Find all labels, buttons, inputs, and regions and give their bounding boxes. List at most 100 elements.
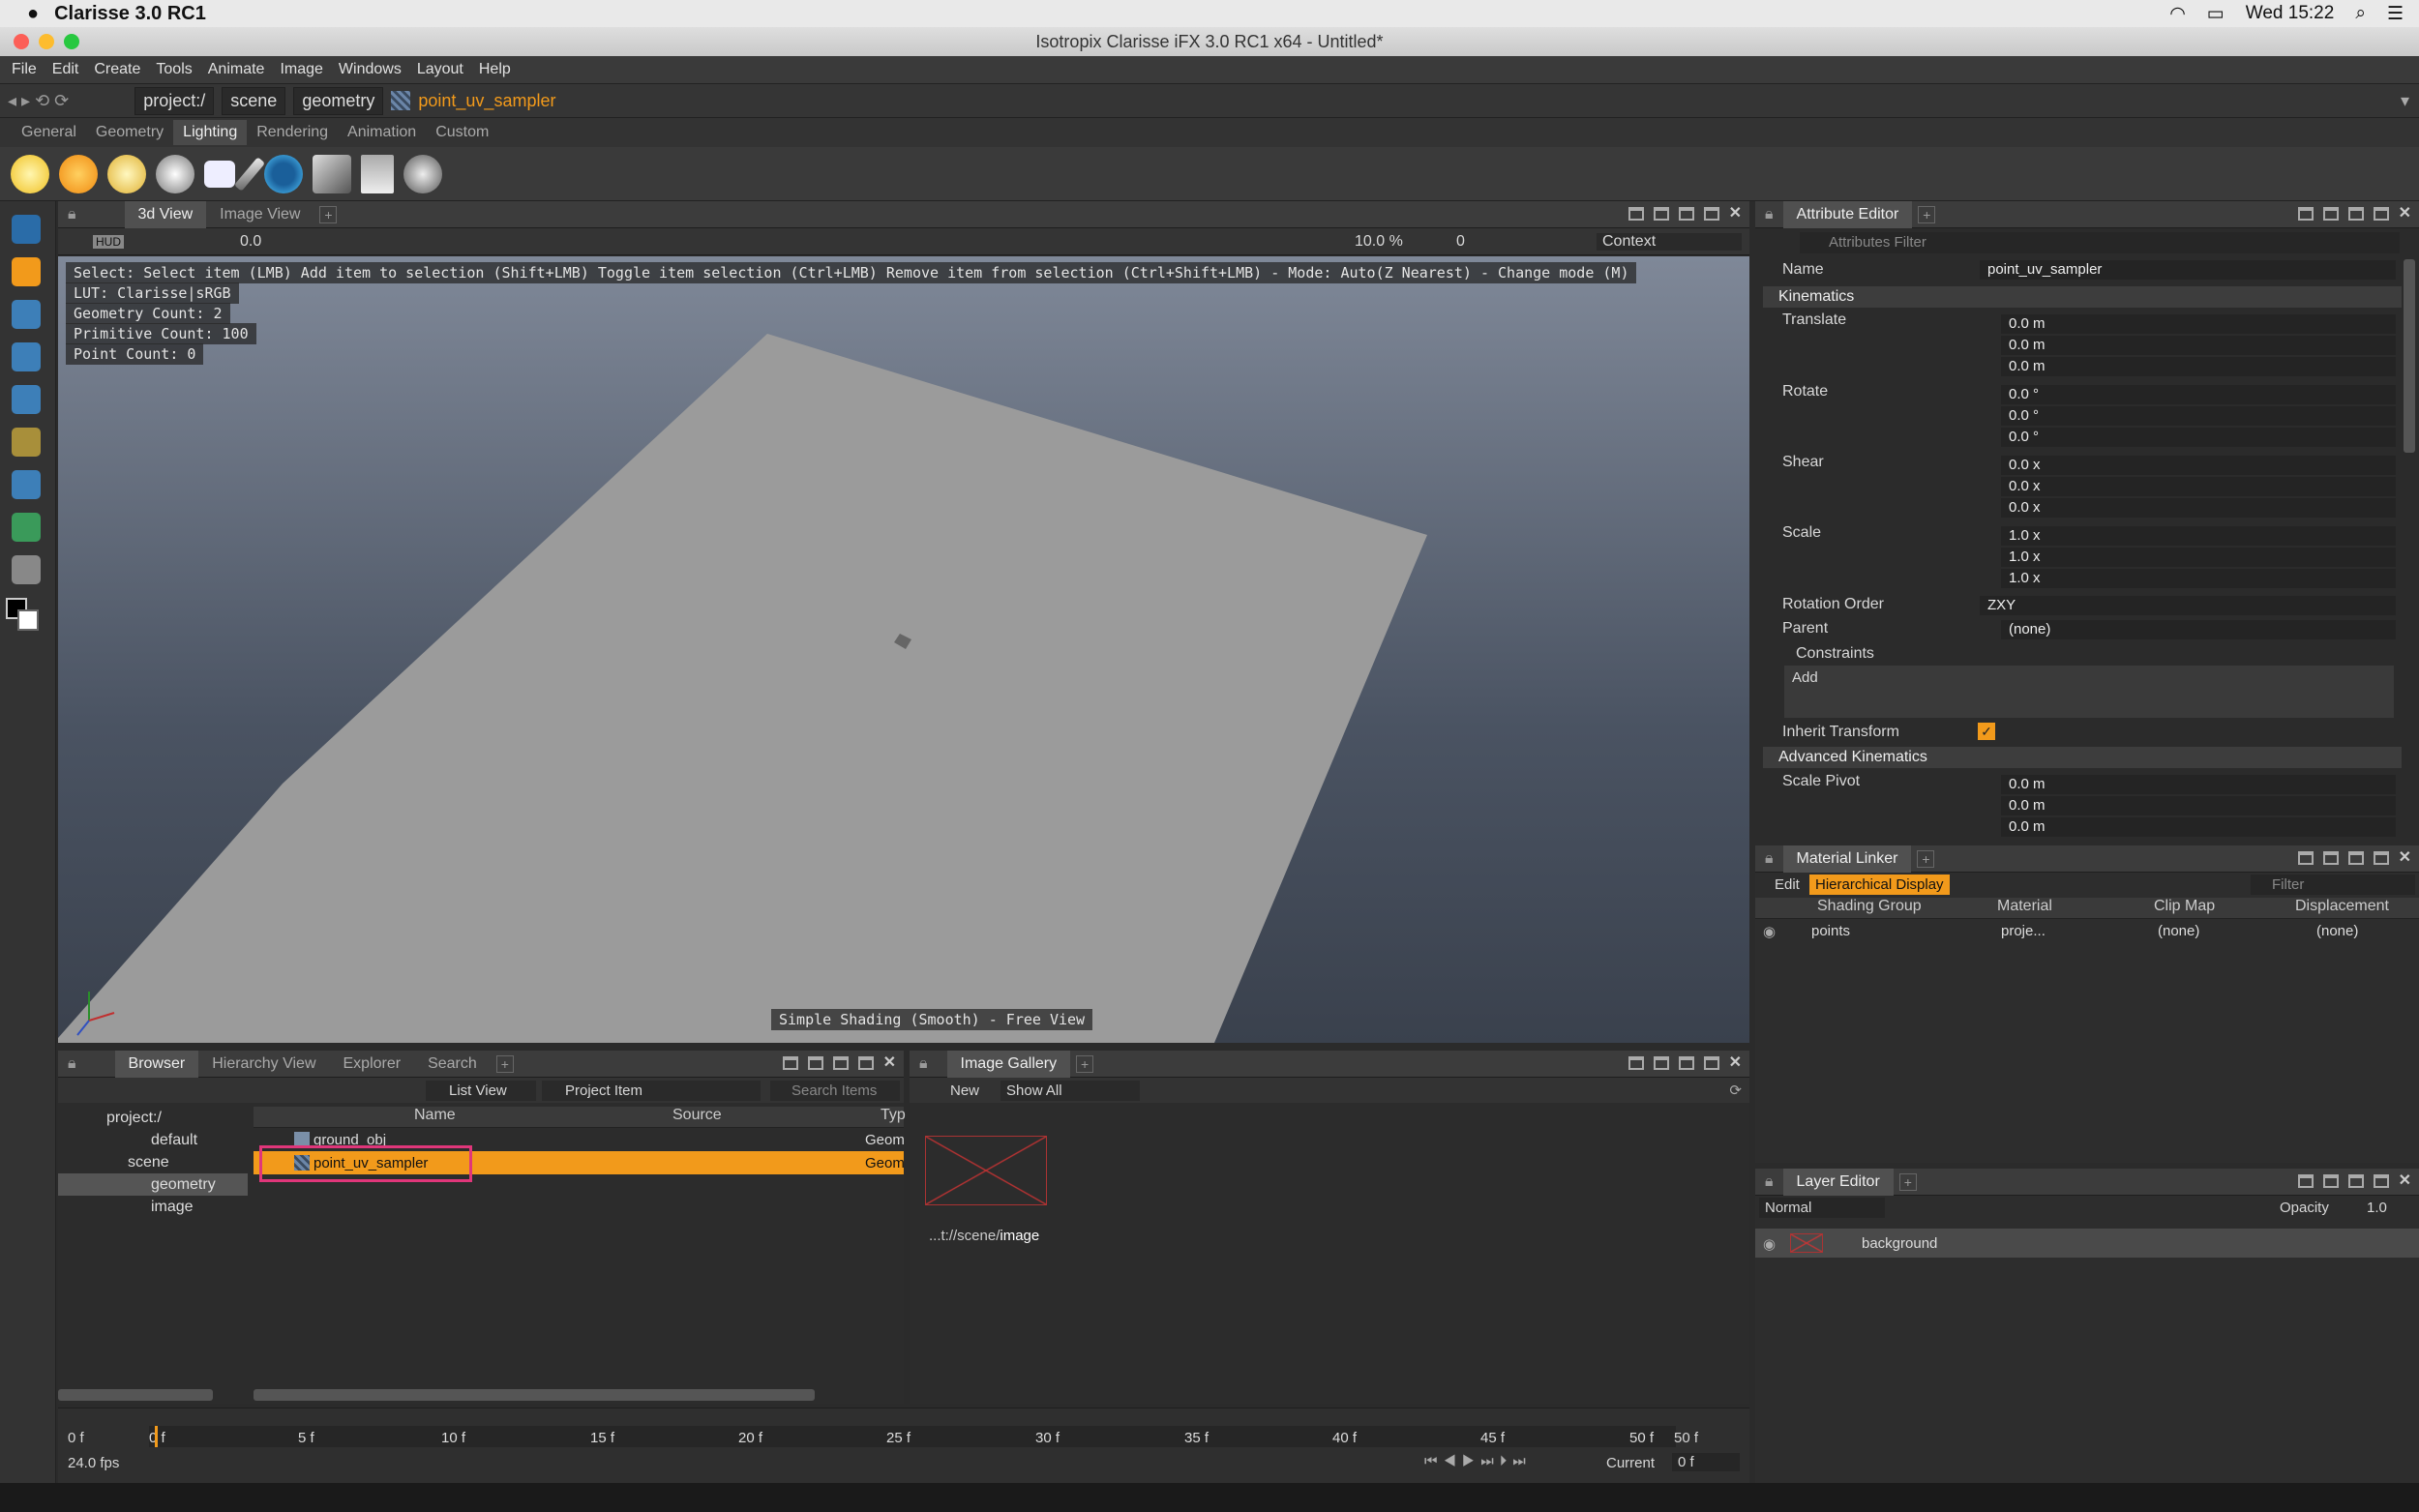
translate-x[interactable]: 0.0 m: [2001, 314, 2396, 334]
tree-item-default[interactable]: default: [58, 1129, 248, 1151]
tree-item-geometry[interactable]: geometry: [58, 1173, 248, 1196]
breadcrumb-current[interactable]: point_uv_sampler: [418, 91, 555, 111]
select-tool-icon[interactable]: [12, 257, 41, 286]
tab-layer-editor[interactable]: Layer Editor: [1783, 1169, 1894, 1196]
minimize-window-button[interactable]: [39, 34, 54, 49]
pivot-y[interactable]: 0.0 m: [2001, 796, 2396, 815]
layout-icon[interactable]: [833, 1056, 849, 1070]
tab-general[interactable]: General: [12, 120, 86, 145]
tab-animation[interactable]: Animation: [338, 120, 426, 145]
tab-3d-view[interactable]: 3d View: [125, 201, 207, 228]
layout-icon[interactable]: [2348, 851, 2364, 865]
wifi-icon[interactable]: ◠: [2169, 3, 2186, 25]
zoom-window-button[interactable]: [64, 34, 79, 49]
layout-icon[interactable]: [1654, 1056, 1669, 1070]
hierarchical-display-toggle[interactable]: Hierarchical Display: [1809, 875, 1950, 895]
scale-z[interactable]: 1.0 x: [2001, 569, 2396, 588]
add-tab-button[interactable]: +: [496, 1055, 514, 1073]
rotate-tool-icon[interactable]: [12, 342, 41, 371]
displacement-value[interactable]: (none): [2316, 923, 2358, 939]
edit-menu[interactable]: Edit: [1775, 876, 1800, 893]
breadcrumb-geometry[interactable]: geometry: [293, 87, 383, 115]
rotate-y[interactable]: 0.0 °: [2001, 406, 2396, 426]
close-icon[interactable]: ✕: [2399, 851, 2411, 865]
close-window-button[interactable]: [14, 34, 29, 49]
section-kinematics[interactable]: Kinematics: [1763, 286, 2402, 308]
visibility-eye-icon[interactable]: ◉: [1763, 1235, 1776, 1253]
layout-icon[interactable]: [2298, 207, 2314, 221]
layout-icon[interactable]: [1628, 207, 1644, 221]
frame-field[interactable]: 0.0: [240, 233, 261, 251]
col-displacement[interactable]: Displacement: [2295, 898, 2389, 915]
transform-tool-icon[interactable]: [12, 428, 41, 457]
col-shading-group[interactable]: Shading Group: [1817, 898, 1922, 915]
clip-map-value[interactable]: (none): [2158, 923, 2199, 939]
attributes-filter-input[interactable]: Attributes Filter: [1800, 232, 2400, 253]
eraser-tool-icon[interactable]: [12, 555, 41, 584]
tab-explorer[interactable]: Explorer: [330, 1051, 415, 1078]
fps-label[interactable]: 24.0 fps: [68, 1455, 119, 1471]
image-thumbnail[interactable]: [925, 1136, 1047, 1205]
shear-y[interactable]: 0.0 x: [2001, 477, 2396, 496]
attr-name-field[interactable]: point_uv_sampler: [1980, 260, 2396, 280]
rotate-z[interactable]: 0.0 °: [2001, 428, 2396, 447]
sun-light-icon[interactable]: [59, 155, 98, 193]
scale-y[interactable]: 1.0 x: [2001, 548, 2396, 567]
refresh-icon[interactable]: ⟳: [1729, 1082, 1742, 1099]
layout-icon[interactable]: [2298, 1174, 2314, 1188]
attr-constraints-label[interactable]: Constraints: [1796, 645, 1874, 663]
pivot-z[interactable]: 0.0 m: [2001, 817, 2396, 837]
battery-icon[interactable]: ▭: [2207, 3, 2225, 25]
tab-browser[interactable]: Browser: [115, 1051, 199, 1078]
add-tab-button[interactable]: +: [1899, 1173, 1917, 1191]
menu-tools[interactable]: Tools: [156, 61, 192, 78]
tree-item-scene[interactable]: scene: [58, 1151, 248, 1173]
playback-controls[interactable]: ⏮◀▶⏭⏵⏭: [1424, 1453, 1532, 1469]
parent-select[interactable]: (none): [2001, 620, 2396, 639]
pivot-x[interactable]: 0.0 m: [2001, 775, 2396, 794]
multi-light-icon[interactable]: [156, 155, 194, 193]
panel-lock-icon[interactable]: 🔒︎: [1765, 206, 1774, 223]
visibility-eye-icon[interactable]: ◉: [1763, 923, 1776, 940]
layout-icon[interactable]: [2298, 851, 2314, 865]
current-frame-field[interactable]: 0 f: [1672, 1453, 1740, 1471]
tab-image-view[interactable]: Image View: [206, 201, 314, 228]
timeline-track[interactable]: [149, 1426, 1676, 1447]
rotation-order-select[interactable]: ZXY: [1980, 596, 2396, 615]
search-items-input[interactable]: Search Items: [770, 1081, 900, 1101]
maximize-icon[interactable]: [2374, 851, 2389, 865]
browser-scrollbar[interactable]: [254, 1389, 815, 1401]
gi-icon[interactable]: [403, 155, 442, 193]
layout-icon[interactable]: [1679, 1056, 1694, 1070]
panel-lock-icon[interactable]: 🔒︎: [68, 1055, 76, 1073]
constraints-list[interactable]: Add: [1784, 666, 2394, 718]
spot-light-icon[interactable]: [107, 155, 146, 193]
maximize-icon[interactable]: [1704, 1056, 1719, 1070]
tab-search[interactable]: Search: [414, 1051, 491, 1078]
layer-row[interactable]: ◉ background: [1755, 1229, 2419, 1258]
tab-rendering[interactable]: Rendering: [247, 120, 338, 145]
col-clip-map[interactable]: Clip Map: [2154, 898, 2215, 915]
pen-tool-icon[interactable]: [12, 215, 41, 244]
3d-viewport[interactable]: Select: Select item (LMB) Add item to se…: [58, 256, 1749, 1043]
section-advanced-kinematics[interactable]: Advanced Kinematics: [1763, 747, 2402, 768]
blend-mode-select[interactable]: Normal: [1759, 1198, 1885, 1218]
layout-icon[interactable]: [2348, 207, 2364, 221]
layout-icon[interactable]: [2323, 1174, 2339, 1188]
path-dropdown-icon[interactable]: ▾: [2401, 91, 2409, 111]
list-icon[interactable]: ☰: [2387, 3, 2404, 25]
project-item-select[interactable]: Project Item: [542, 1081, 761, 1101]
filter-input[interactable]: Filter: [2251, 875, 2415, 895]
menu-layout[interactable]: Layout: [417, 61, 463, 78]
close-icon[interactable]: ✕: [2399, 1174, 2411, 1188]
layout-icon[interactable]: [1654, 207, 1669, 221]
tree-item-project[interactable]: project:/: [58, 1107, 248, 1129]
layout-icon[interactable]: [2323, 207, 2339, 221]
opacity-field[interactable]: 1.0: [2367, 1200, 2387, 1216]
close-icon[interactable]: ✕: [883, 1056, 896, 1070]
menu-create[interactable]: Create: [94, 61, 140, 78]
panel-lock-icon[interactable]: 🔒︎: [919, 1055, 928, 1073]
layout-icon[interactable]: [2323, 851, 2339, 865]
tree-item-image[interactable]: image: [58, 1196, 248, 1218]
snap-tool-icon[interactable]: [12, 470, 41, 499]
